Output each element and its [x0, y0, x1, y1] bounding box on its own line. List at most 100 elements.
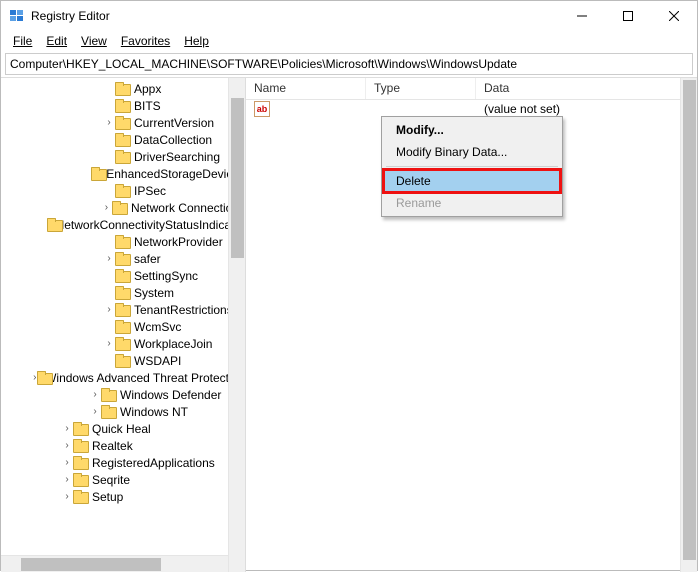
chevron-icon[interactable]: ›	[103, 338, 115, 349]
folder-icon	[73, 439, 89, 453]
list-header: Name Type Data	[246, 78, 697, 100]
app-icon	[9, 8, 25, 24]
tree-item[interactable]: ›Windows Advanced Threat Protection	[1, 369, 245, 386]
col-header-data[interactable]: Data	[476, 78, 697, 99]
tree-item[interactable]: WSDAPI	[1, 352, 245, 369]
tree-item[interactable]: DataCollection	[1, 131, 245, 148]
tree-item-label: CurrentVersion	[134, 116, 214, 130]
folder-icon	[115, 320, 131, 334]
minimize-button[interactable]	[559, 1, 605, 31]
chevron-icon[interactable]: ›	[61, 474, 73, 485]
tree-item-label: System	[134, 286, 174, 300]
folder-icon	[115, 99, 131, 113]
folder-icon	[115, 133, 131, 147]
tree-item-label: Quick Heal	[92, 422, 151, 436]
tree-scrollbar-v[interactable]	[228, 78, 245, 572]
tree-item-label: Windows Defender	[120, 388, 221, 402]
folder-icon	[115, 150, 131, 164]
chevron-icon[interactable]: ›	[103, 253, 115, 264]
tree-scrollbar-h[interactable]	[1, 555, 228, 572]
menu-help[interactable]: Help	[178, 33, 215, 49]
tree-item[interactable]: › CurrentVersion	[1, 114, 245, 131]
maximize-button[interactable]	[605, 1, 651, 31]
tree-item[interactable]: NetworkProvider	[1, 233, 245, 250]
chevron-icon[interactable]: ›	[103, 117, 115, 128]
tree-item-label: WSDAPI	[134, 354, 181, 368]
tree-item[interactable]: SettingSync	[1, 267, 245, 284]
tree-item-label: BITS	[134, 99, 161, 113]
tree-item[interactable]: NetworkConnectivityStatusIndicator	[1, 216, 245, 233]
tree-item-label: TenantRestrictions	[134, 303, 233, 317]
tree-item-label: Setup	[92, 490, 123, 504]
tree-item[interactable]: BITS	[1, 97, 245, 114]
chevron-icon[interactable]: ›	[89, 406, 101, 417]
tree-item-label: DriverSearching	[134, 150, 220, 164]
tree-item[interactable]: ›Seqrite	[1, 471, 245, 488]
chevron-icon[interactable]: ›	[101, 202, 113, 213]
folder-icon	[115, 184, 131, 198]
tree-item[interactable]: ›Realtek	[1, 437, 245, 454]
tree-item[interactable]: › Windows Defender	[1, 386, 245, 403]
list-scrollbar-v[interactable]	[680, 78, 697, 572]
folder-icon	[73, 422, 89, 436]
tree-item[interactable]: › Setup	[1, 488, 245, 505]
chevron-icon[interactable]: ›	[61, 457, 73, 468]
menu-edit[interactable]: Edit	[40, 33, 73, 49]
menu-favorites[interactable]: Favorites	[115, 33, 176, 49]
list-body[interactable]: ab (value not set) Modify... Modify Bina…	[246, 100, 697, 572]
tree-item[interactable]: › safer	[1, 250, 245, 267]
folder-icon	[101, 405, 117, 419]
string-value-icon: ab	[254, 101, 270, 117]
tree-item[interactable]: ›RegisteredApplications	[1, 454, 245, 471]
context-menu: Modify... Modify Binary Data... Delete R…	[381, 116, 563, 217]
folder-icon	[115, 337, 131, 351]
ctx-modify-binary[interactable]: Modify Binary Data...	[384, 141, 560, 163]
ctx-delete[interactable]: Delete	[384, 170, 560, 192]
tree-item-label: NetworkConnectivityStatusIndicator	[56, 218, 245, 232]
folder-icon	[115, 235, 131, 249]
tree-item[interactable]: ›Network Connections	[1, 199, 245, 216]
folder-icon	[115, 252, 131, 266]
tree-item-label: NetworkProvider	[134, 235, 223, 249]
chevron-icon[interactable]: ›	[61, 491, 73, 502]
menu-bar: File Edit View Favorites Help	[1, 31, 697, 51]
tree-item[interactable]: EnhancedStorageDevices	[1, 165, 245, 182]
chevron-icon[interactable]: ›	[89, 389, 101, 400]
tree-item[interactable]: ›WorkplaceJoin	[1, 335, 245, 352]
tree-item[interactable]: IPSec	[1, 182, 245, 199]
list-pane: Name Type Data ab (value not set) Modify…	[246, 78, 697, 572]
tree-item-label: Appx	[134, 82, 161, 96]
tree-item[interactable]: › Quick Heal	[1, 420, 245, 437]
menu-file[interactable]: File	[7, 33, 38, 49]
address-input[interactable]	[10, 57, 688, 71]
tree-item-label: safer	[134, 252, 161, 266]
tree-item-label: SettingSync	[134, 269, 198, 283]
folder-icon	[115, 116, 131, 130]
close-button[interactable]	[651, 1, 697, 31]
window-controls	[559, 1, 697, 31]
col-header-type[interactable]: Type	[366, 78, 476, 99]
tree-item[interactable]: DriverSearching	[1, 148, 245, 165]
menu-view[interactable]: View	[75, 33, 113, 49]
tree-pane[interactable]: Appx BITS › CurrentVersionDataCollection Dri…	[1, 78, 246, 572]
tree-item[interactable]: › TenantRestrictions	[1, 301, 245, 318]
tree-item-label: Windows Advanced Threat Protection	[45, 371, 245, 385]
title-bar: Registry Editor	[1, 1, 697, 31]
folder-icon	[115, 269, 131, 283]
folder-icon	[112, 201, 128, 215]
chevron-icon[interactable]: ›	[61, 423, 73, 434]
folder-icon	[47, 218, 53, 232]
folder-icon	[37, 371, 42, 385]
col-header-name[interactable]: Name	[246, 78, 366, 99]
ctx-modify[interactable]: Modify...	[384, 119, 560, 141]
tree-item[interactable]: ›Windows NT	[1, 403, 245, 420]
chevron-icon[interactable]: ›	[61, 440, 73, 451]
address-bar[interactable]	[5, 53, 693, 75]
tree-item[interactable]: System	[1, 284, 245, 301]
folder-icon	[101, 388, 117, 402]
chevron-icon[interactable]: ›	[103, 304, 115, 315]
tree-item[interactable]: WcmSvc	[1, 318, 245, 335]
tree[interactable]: Appx BITS › CurrentVersionDataCollection Dri…	[1, 78, 245, 505]
tree-item[interactable]: Appx	[1, 80, 245, 97]
ctx-separator	[386, 166, 558, 167]
